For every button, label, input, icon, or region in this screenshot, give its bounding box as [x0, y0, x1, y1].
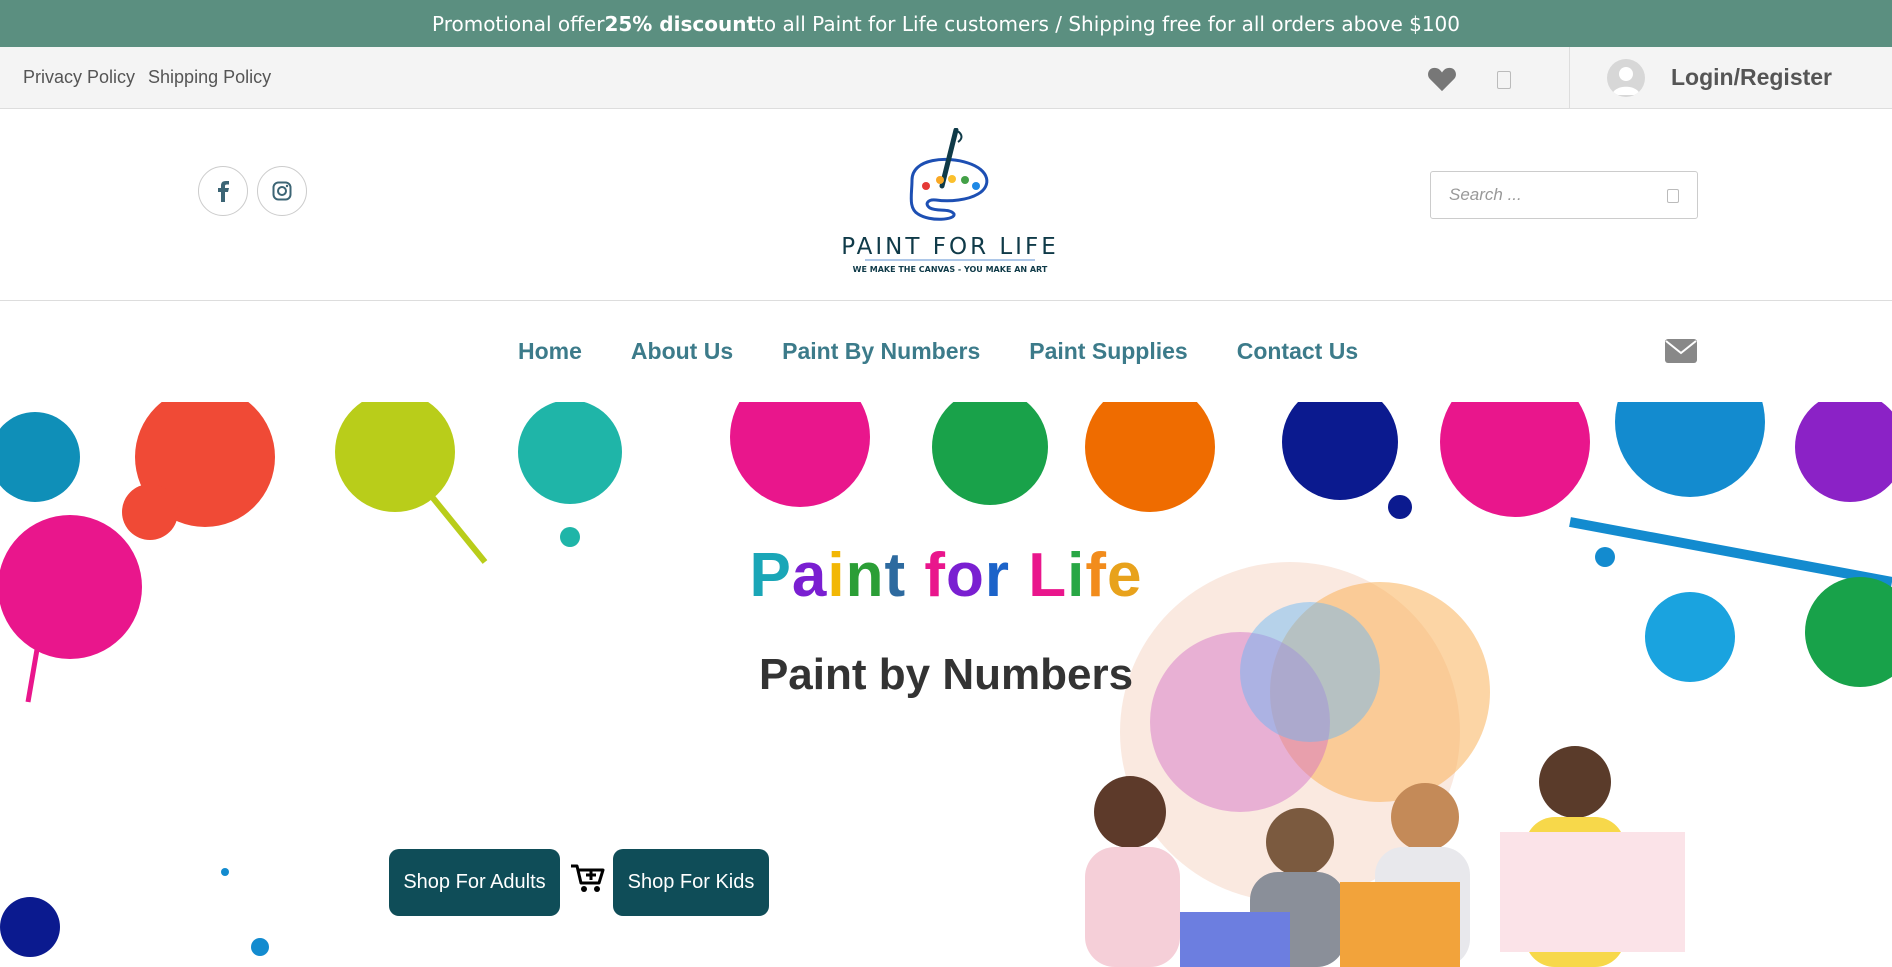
hero-banner: Paint for Life Paint by Numbers Shop For… — [0, 402, 1892, 967]
nav-contact-us[interactable]: Contact Us — [1237, 338, 1358, 365]
hero-title-letter: i — [827, 541, 846, 610]
hero-title-letter: L — [1028, 541, 1068, 610]
logo-name: PAINT FOR LIFE — [841, 234, 1058, 260]
hero-title-letter: f — [1085, 541, 1108, 610]
hero-subtitle: Paint by Numbers — [758, 650, 1134, 699]
nav-paint-supplies[interactable]: Paint Supplies — [1029, 338, 1187, 365]
login-register-link[interactable]: Login/Register — [1671, 47, 1832, 108]
hero-title-letter: e — [1107, 541, 1143, 610]
hero-title-letter: f — [924, 541, 946, 610]
add-to-cart-icon[interactable] — [570, 862, 606, 894]
hero-title: Paint for Life — [0, 540, 1892, 611]
hero-title-letter: n — [845, 541, 885, 610]
logo-tagline: WE MAKE THE CANVAS - YOU MAKE AN ART — [853, 265, 1048, 274]
heart-icon[interactable] — [1427, 66, 1457, 92]
site-header: PAINT FOR LIFE WE MAKE THE CANVAS - YOU … — [0, 108, 1892, 301]
hero-title-letter: r — [984, 541, 1011, 610]
top-links: Privacy Policy Shipping Policy — [23, 47, 271, 108]
promo-suffix: to all Paint for Life customers / Shippi… — [756, 11, 1461, 36]
divider — [1569, 47, 1570, 108]
hero-title-letter: a — [791, 541, 828, 610]
search-box — [1430, 171, 1698, 219]
shop-for-adults-button[interactable]: Shop For Adults — [389, 849, 560, 916]
hero-title-letter: t — [884, 541, 907, 610]
promo-highlight: 25% discount — [604, 11, 757, 36]
mail-icon[interactable] — [1665, 339, 1697, 363]
nav-paint-by-numbers[interactable]: Paint By Numbers — [782, 338, 980, 365]
search-input[interactable] — [1447, 184, 1651, 206]
promo-prefix: Promotional offer — [431, 11, 605, 36]
hero-title-letter: P — [749, 541, 792, 610]
kids-photo — [1085, 562, 1685, 967]
user-icon[interactable] — [1607, 59, 1645, 97]
hero-title-space — [906, 541, 924, 610]
hero-title-space — [1010, 541, 1028, 610]
shop-for-kids-button[interactable]: Shop For Kids — [613, 849, 769, 916]
nav-about-us[interactable]: About Us — [631, 338, 733, 365]
nav-home[interactable]: Home — [518, 338, 582, 365]
top-bar: Privacy Policy Shipping Policy Login/Reg… — [0, 47, 1892, 109]
main-nav: Home About Us Paint By Numbers Paint Sup… — [0, 300, 1892, 402]
instagram-icon[interactable] — [257, 166, 307, 216]
privacy-policy-link[interactable]: Privacy Policy — [23, 67, 135, 88]
hero-title-letter: o — [946, 541, 985, 610]
site-logo[interactable]: PAINT FOR LIFE WE MAKE THE CANVAS - YOU … — [820, 128, 1080, 288]
shipping-policy-link[interactable]: Shipping Policy — [148, 67, 271, 88]
hero-title-letter: i — [1067, 541, 1086, 610]
cart-icon[interactable] — [1497, 71, 1511, 89]
promo-banner: Promotional offer 25% discount to all Pa… — [0, 0, 1892, 47]
facebook-icon[interactable] — [198, 166, 248, 216]
search-icon[interactable] — [1667, 189, 1679, 203]
